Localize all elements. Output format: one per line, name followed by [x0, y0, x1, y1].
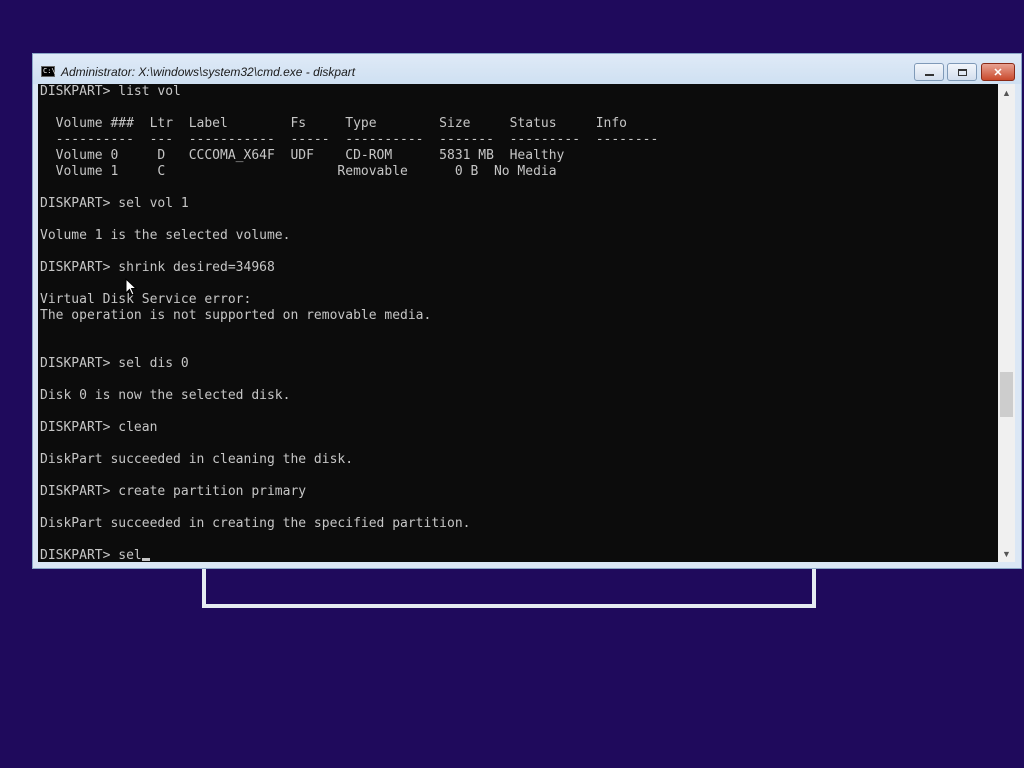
console-line: Disk 0 is now the selected disk.	[40, 388, 291, 403]
mouse-pointer-icon	[125, 278, 137, 296]
minimize-button[interactable]	[914, 63, 944, 81]
minimize-icon	[924, 74, 934, 76]
text-cursor	[141, 558, 150, 561]
cmd-icon[interactable]: C:\	[41, 66, 56, 77]
console-line: Volume ### Ltr Label Fs Type Size Status…	[40, 116, 627, 131]
console-line: DISKPART> list vol	[40, 84, 181, 99]
console-line: Volume 1 C Removable 0 B No Media	[40, 164, 557, 179]
cmd-window[interactable]: C:\ Administrator: X:\windows\system32\c…	[32, 53, 1022, 569]
maximize-button[interactable]	[947, 63, 977, 81]
console-line: The operation is not supported on remova…	[40, 308, 432, 323]
scroll-down-arrow-icon[interactable]: ▼	[998, 545, 1015, 562]
desktop-background: C:\ Administrator: X:\windows\system32\c…	[0, 0, 1024, 768]
console-line: Virtual Disk Service error:	[40, 292, 252, 307]
scroll-up-arrow-icon[interactable]: ▲	[998, 84, 1015, 101]
console-line: DISKPART> create partition primary	[40, 484, 307, 499]
close-button[interactable]: ✕	[981, 63, 1015, 81]
scroll-thumb[interactable]	[1000, 372, 1013, 417]
console-line: DiskPart succeeded in cleaning the disk.	[40, 452, 354, 467]
title-bar[interactable]: C:\ Administrator: X:\windows\system32\c…	[33, 54, 1021, 84]
console-line: Volume 1 is the selected volume.	[40, 228, 291, 243]
vertical-scrollbar[interactable]: ▲ ▼	[998, 84, 1015, 562]
console-line: DiskPart succeeded in creating the speci…	[40, 516, 471, 531]
console-text: DISKPART> list vol Volume ### Ltr Label …	[38, 84, 998, 562]
console-line: DISKPART> sel dis 0	[40, 356, 189, 371]
console-line: DISKPART> sel vol 1	[40, 196, 189, 211]
cmd-icon-label: C:\	[43, 67, 56, 75]
console-line: Volume 0 D CCCOMA_X64F UDF CD-ROM 5831 M…	[40, 148, 565, 163]
console-output[interactable]: DISKPART> list vol Volume ### Ltr Label …	[38, 84, 998, 562]
maximize-icon	[957, 68, 967, 76]
console-line: DISKPART> clean	[40, 420, 158, 435]
console-line: DISKPART> shrink desired=34968	[40, 260, 275, 275]
window-title: Administrator: X:\windows\system32\cmd.e…	[61, 65, 356, 79]
close-icon: ✕	[993, 66, 1003, 79]
console-line: DISKPART> sel	[38, 548, 998, 562]
console-line: ---------- --- ----------- ----- -------…	[40, 132, 659, 147]
